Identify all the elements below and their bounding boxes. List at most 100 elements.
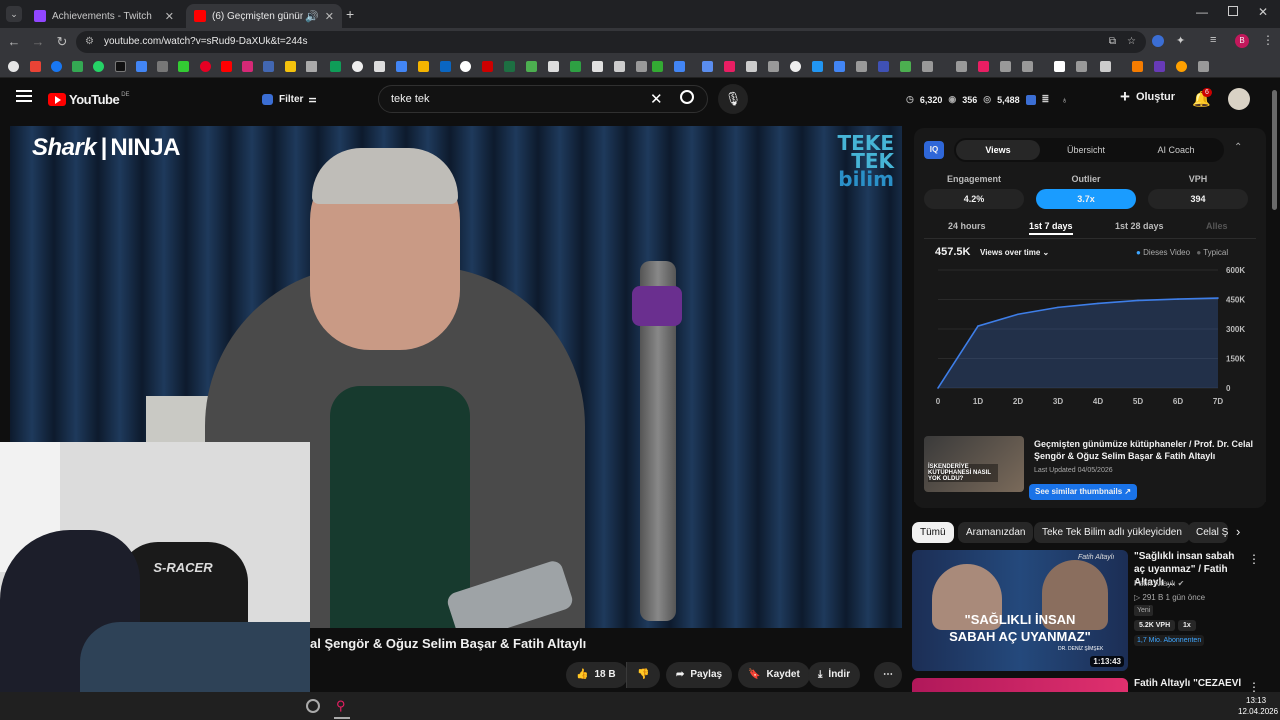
bookmark-icon[interactable]	[956, 61, 967, 72]
iq-icon[interactable]	[1025, 94, 1036, 105]
account-avatar[interactable]	[1228, 88, 1250, 110]
taskbar-maps-icon[interactable]: ⚲	[336, 698, 350, 714]
share-button[interactable]: ➦ Paylaş	[666, 662, 733, 688]
rec-channel[interactable]: Fatih Altaylı ✔	[1134, 579, 1184, 588]
chip-celal[interactable]: Celal Ş	[1188, 522, 1228, 543]
puzzle-icon[interactable]: ✦	[1176, 34, 1185, 47]
bookmark-icon[interactable]	[1176, 61, 1187, 72]
menu-kebab-icon[interactable]: ⋮	[1262, 33, 1274, 47]
reload-icon[interactable]: ↻	[54, 34, 70, 50]
range-all[interactable]: Alles	[1206, 221, 1228, 231]
bookmark-icon[interactable]	[374, 61, 385, 72]
like-button[interactable]: 👍 18 B	[566, 662, 628, 688]
bookmark-icon[interactable]	[570, 61, 581, 72]
search-icon[interactable]	[680, 90, 694, 104]
media-icon[interactable]: ≡	[1210, 34, 1216, 46]
tab-ai-coach[interactable]: AI Coach	[1134, 140, 1218, 160]
bookmark-star-icon[interactable]: ☆	[1127, 31, 1136, 53]
tab-ubersicht[interactable]: Übersicht	[1044, 140, 1128, 160]
list-icon[interactable]: ≣	[1042, 94, 1050, 105]
bookmark-icon[interactable]	[790, 61, 801, 72]
taskbar-app-icon[interactable]	[306, 699, 320, 713]
rec-menu-icon[interactable]: ⋮	[1248, 552, 1260, 566]
chips-next-icon[interactable]: ›	[1236, 524, 1240, 539]
bookmark-icon[interactable]	[504, 61, 515, 72]
bookmark-icon[interactable]	[812, 61, 823, 72]
bookmark-icon[interactable]	[93, 61, 104, 72]
download-button[interactable]: ⤓ İndir	[808, 662, 861, 688]
forward-icon[interactable]: →	[30, 34, 46, 50]
bookmark-icon[interactable]	[72, 61, 83, 72]
bookmark-icon[interactable]	[115, 61, 126, 72]
views-over-time-dropdown[interactable]: Views over time ⌄	[980, 248, 1049, 257]
youtube-logo[interactable]: YouTube DE	[48, 92, 130, 107]
range-28d[interactable]: 1st 28 days	[1115, 221, 1164, 231]
bookmark-icon[interactable]	[900, 61, 911, 72]
extension-icon[interactable]	[1152, 35, 1164, 47]
chip-all[interactable]: Tümü	[912, 522, 954, 543]
more-actions-button[interactable]: ⋯	[874, 662, 902, 688]
bookmark-icon[interactable]	[418, 61, 429, 72]
bookmark-icon[interactable]	[51, 61, 62, 72]
bookmark-icon[interactable]	[30, 61, 41, 72]
bookmark-icon[interactable]	[1022, 61, 1033, 72]
bookmark-icon[interactable]	[978, 61, 989, 72]
save-button[interactable]: 🔖 Kaydet	[738, 662, 810, 688]
bookmark-icon[interactable]	[674, 61, 685, 72]
site-info-icon[interactable]: ⚙	[85, 31, 94, 53]
bookmark-icon[interactable]	[200, 61, 211, 72]
bookmark-icon[interactable]	[1198, 61, 1209, 72]
dislike-button[interactable]: 👎	[626, 662, 660, 688]
bookmark-icon[interactable]	[1000, 61, 1011, 72]
chip-from-search[interactable]: Aramanızdan	[958, 522, 1034, 543]
bookmark-icon[interactable]	[768, 61, 779, 72]
mic-button[interactable]: 🎙	[718, 84, 748, 114]
bookmark-icon[interactable]	[652, 61, 663, 72]
create-button[interactable]: + Oluştur	[1120, 88, 1175, 105]
similar-thumbnail[interactable]: İSKENDERİYE KÜTÜPHANESİ NASIL YOK OLDU?	[924, 436, 1024, 492]
new-tab-button[interactable]: +	[346, 6, 354, 22]
install-icon[interactable]: ⧉	[1109, 31, 1116, 53]
tab-twitch[interactable]: Achievements - Twitch ✕	[26, 4, 182, 28]
range-24h[interactable]: 24 hours	[948, 221, 986, 231]
bookmark-icon[interactable]	[878, 61, 889, 72]
bookmark-icon[interactable]	[1132, 61, 1143, 72]
url-input[interactable]: ⚙ youtube.com/watch?v=sRud9-DaXUk&t=244s…	[76, 31, 1146, 53]
see-similar-button[interactable]: See similar thumbnails ↗	[1029, 484, 1138, 500]
tab-views[interactable]: Views	[956, 140, 1040, 160]
range-7d[interactable]: 1st 7 days	[1029, 221, 1073, 235]
bookmark-icon[interactable]	[330, 61, 341, 72]
bookmark-icon[interactable]	[1054, 61, 1065, 72]
bulb-icon[interactable]: ♁	[1061, 95, 1068, 105]
filter-button[interactable]: Filter ⚌	[262, 89, 317, 109]
close-tab-icon[interactable]: ✕	[165, 10, 174, 23]
bookmark-icon[interactable]	[263, 61, 274, 72]
bookmark-icon[interactable]	[482, 61, 493, 72]
bookmark-icon[interactable]	[614, 61, 625, 72]
bookmark-icon[interactable]	[724, 61, 735, 72]
tab-youtube[interactable]: (6) Geçmişten günümüze k 🔊 ✕	[186, 4, 342, 28]
back-icon[interactable]: ←	[6, 34, 22, 50]
page-scrollbar[interactable]	[1272, 90, 1277, 210]
bookmark-icon[interactable]	[922, 61, 933, 72]
chip-uploader[interactable]: Teke Tek Bilim adlı yükleyiciden	[1034, 522, 1190, 543]
profile-avatar[interactable]: B	[1235, 34, 1249, 48]
bookmark-icon[interactable]	[526, 61, 537, 72]
bookmark-icon[interactable]	[592, 61, 603, 72]
close-tab-icon[interactable]: ✕	[325, 10, 334, 23]
bookmark-icon[interactable]	[702, 61, 713, 72]
clear-search-icon[interactable]: ✕	[650, 90, 663, 108]
mute-tab-icon[interactable]: 🔊	[305, 10, 319, 23]
collapse-icon[interactable]: ⌃	[1234, 142, 1242, 153]
bookmark-icon[interactable]	[1100, 61, 1111, 72]
bookmark-icon[interactable]	[440, 61, 451, 72]
bookmark-icon[interactable]	[285, 61, 296, 72]
restore-button[interactable]	[1228, 6, 1238, 16]
bookmark-icon[interactable]	[746, 61, 757, 72]
bookmark-icon[interactable]	[548, 61, 559, 72]
bookmark-icon[interactable]	[136, 61, 147, 72]
bookmark-icon[interactable]	[1154, 61, 1165, 72]
minimize-button[interactable]: —	[1196, 5, 1208, 19]
bookmark-icon[interactable]	[396, 61, 407, 72]
bookmark-icon[interactable]	[221, 61, 232, 72]
